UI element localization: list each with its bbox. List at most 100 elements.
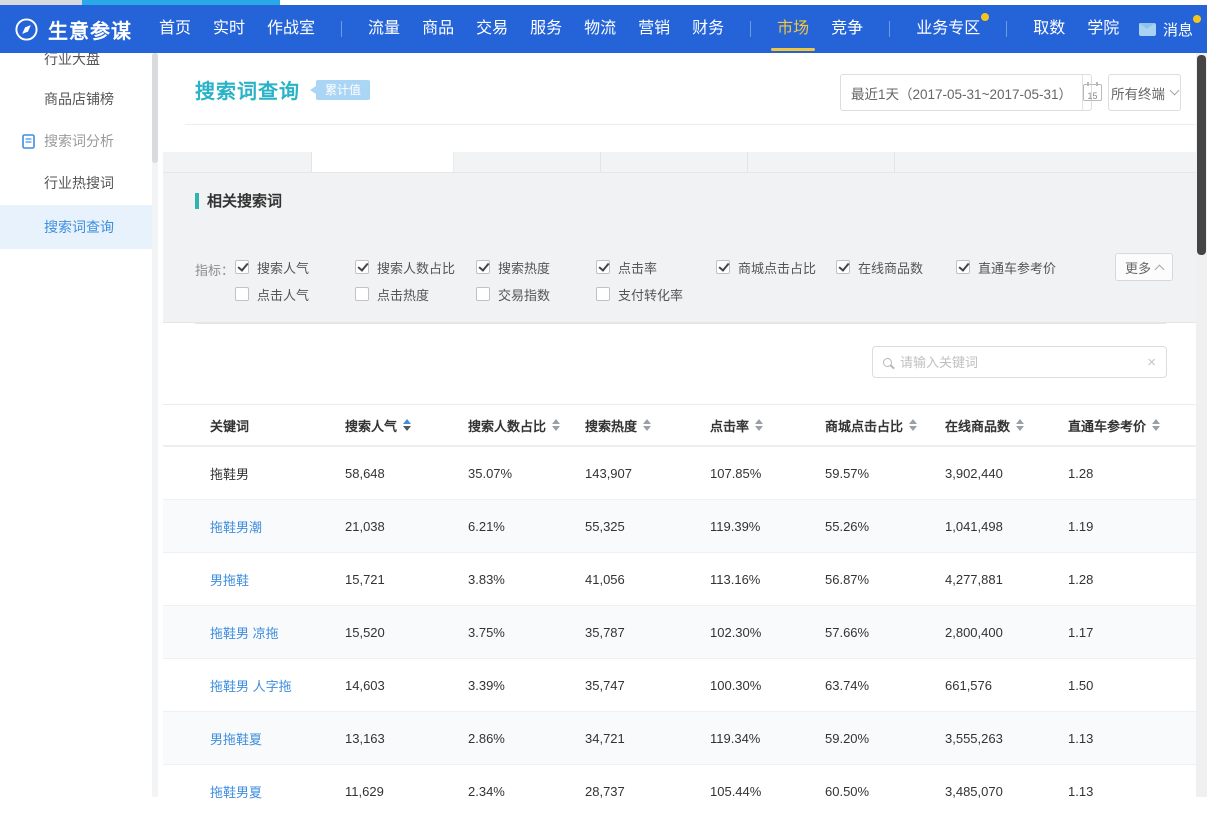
- cell: 119.39%: [710, 519, 825, 534]
- date-range-text: 最近1天（2017-05-31~2017-05-31）: [841, 83, 1082, 103]
- cell: 41,056: [585, 572, 710, 587]
- metric-checkbox-search-heat[interactable]: 搜索热度: [476, 259, 550, 275]
- table-row: 拖鞋男 人字拖 14,603 3.39% 35,747 100.30% 63.7…: [163, 658, 1196, 711]
- cell: 35.07%: [468, 466, 585, 481]
- nav-item-business-zone[interactable]: 业务专区: [916, 5, 980, 53]
- checkbox-unchecked-icon[interactable]: [355, 287, 369, 301]
- calendar-button[interactable]: 15: [1082, 75, 1102, 110]
- sort-icon[interactable]: [909, 419, 917, 431]
- metric-checkbox-pay-conversion[interactable]: 支付转化率: [596, 286, 683, 302]
- main-content: 搜索词查询 累计值 最近1天（2017-05-31~2017-05-31） 15…: [163, 53, 1196, 797]
- keyword-link[interactable]: 拖鞋男夏: [210, 782, 345, 801]
- metric-checkbox-click-rate[interactable]: 点击率: [596, 259, 657, 275]
- metric-checkbox-search-popularity[interactable]: 搜索人气: [235, 259, 309, 275]
- sidebar-item-industry-overview[interactable]: 行业大盘: [0, 53, 152, 77]
- tab-2-active[interactable]: [312, 152, 454, 172]
- sort-icon[interactable]: [1152, 419, 1160, 431]
- column-header-ztc-ref-price[interactable]: 直通车参考价: [1068, 416, 1196, 435]
- checkbox-checked-icon[interactable]: [235, 260, 249, 274]
- tab-1[interactable]: [163, 152, 312, 172]
- chevron-up-icon: [1155, 264, 1165, 274]
- cell: 14,603: [345, 678, 468, 693]
- checkbox-checked-icon[interactable]: [836, 260, 850, 274]
- cell: 2,800,400: [945, 625, 1068, 640]
- keyword-link[interactable]: 拖鞋男 凉拖: [210, 623, 345, 642]
- section-title-bar: [195, 193, 199, 209]
- sort-icon[interactable]: [403, 419, 411, 431]
- table-row: 拖鞋男潮 21,038 6.21% 55,325 119.39% 55.26% …: [163, 499, 1196, 552]
- search-input[interactable]: [900, 355, 1139, 370]
- checkbox-checked-icon[interactable]: [355, 260, 369, 274]
- checkbox-checked-icon[interactable]: [596, 260, 610, 274]
- sidebar-item-search-word-query[interactable]: 搜索词查询: [0, 205, 152, 249]
- column-header-search-popularity[interactable]: 搜索人气: [345, 416, 468, 435]
- metric-checkbox-click-popularity[interactable]: 点击人气: [235, 286, 309, 302]
- content-header: 搜索词查询 累计值 最近1天（2017-05-31~2017-05-31） 15…: [163, 53, 1196, 152]
- clear-icon[interactable]: ×: [1147, 355, 1156, 370]
- nav-item-home[interactable]: 首页: [159, 5, 191, 53]
- nav-item-competition[interactable]: 竞争: [831, 5, 863, 53]
- nav-item-realtime[interactable]: 实时: [213, 5, 245, 53]
- checkbox-checked-icon[interactable]: [956, 260, 970, 274]
- nav-divider: [1006, 21, 1007, 37]
- keyword-link[interactable]: 拖鞋男潮: [210, 517, 345, 536]
- tab-5[interactable]: [748, 152, 895, 172]
- page-scrollbar[interactable]: [1196, 53, 1207, 797]
- metric-checkbox-online-products[interactable]: 在线商品数: [836, 259, 923, 275]
- related-search-words-table: 关键词 搜索人气 搜索人数占比 搜索热度 点击率 商城点击占比 在线商品数 直通…: [163, 404, 1196, 817]
- nav-item-products[interactable]: 商品: [422, 5, 454, 53]
- more-button[interactable]: 更多: [1115, 253, 1173, 281]
- sort-icon[interactable]: [552, 419, 560, 431]
- metric-checkbox-searcher-share[interactable]: 搜索人数占比: [355, 259, 455, 275]
- app-logo[interactable]: 生意参谋: [14, 15, 132, 44]
- page-scrollbar-thumb[interactable]: [1197, 55, 1206, 255]
- sidebar-scrollbar[interactable]: [152, 53, 158, 797]
- sidebar-group-search-word-analysis[interactable]: 搜索词分析: [0, 121, 152, 161]
- nav-item-trade[interactable]: 交易: [476, 5, 508, 53]
- terminal-select[interactable]: 所有终端: [1108, 74, 1181, 111]
- date-range-picker[interactable]: 最近1天（2017-05-31~2017-05-31） 15: [840, 74, 1092, 111]
- cell: 3,555,263: [945, 731, 1068, 746]
- nav-item-war-room[interactable]: 作战室: [267, 5, 315, 53]
- checkbox-unchecked-icon[interactable]: [596, 287, 610, 301]
- nav-item-finance[interactable]: 财务: [692, 5, 724, 53]
- column-header-searcher-share[interactable]: 搜索人数占比: [468, 416, 585, 435]
- tab-6[interactable]: [895, 152, 1196, 172]
- sort-icon[interactable]: [1016, 419, 1024, 431]
- keyword-link[interactable]: 拖鞋男 人字拖: [210, 676, 345, 695]
- sidebar-item-industry-hot-words[interactable]: 行业热搜词: [0, 161, 152, 205]
- nav-item-traffic[interactable]: 流量: [368, 5, 400, 53]
- nav-item-data-fetch[interactable]: 取数: [1033, 5, 1065, 53]
- tab-4[interactable]: [601, 152, 748, 172]
- column-header-mall-click-share[interactable]: 商城点击占比: [825, 416, 945, 435]
- nav-item-marketing[interactable]: 营销: [638, 5, 670, 53]
- keyword-link[interactable]: 男拖鞋: [210, 570, 345, 589]
- sort-icon[interactable]: [755, 419, 763, 431]
- nav-item-logistics[interactable]: 物流: [584, 5, 616, 53]
- column-header-click-rate[interactable]: 点击率: [710, 416, 825, 435]
- cell: 11,629: [345, 784, 468, 799]
- nav-item-service[interactable]: 服务: [530, 5, 562, 53]
- column-header-search-heat[interactable]: 搜索热度: [585, 416, 710, 435]
- messages-entry[interactable]: 消息: [1139, 19, 1193, 40]
- cell: 3.75%: [468, 625, 585, 640]
- keyword-link[interactable]: 男拖鞋夏: [210, 729, 345, 748]
- cell: 3.39%: [468, 678, 585, 693]
- checkbox-unchecked-icon[interactable]: [476, 287, 490, 301]
- checkbox-checked-icon[interactable]: [716, 260, 730, 274]
- tab-3[interactable]: [454, 152, 601, 172]
- metric-checkbox-mall-click-share[interactable]: 商城点击占比: [716, 259, 816, 275]
- sidebar-scrollbar-thumb[interactable]: [152, 53, 158, 163]
- keyword-cell: 拖鞋男: [210, 464, 345, 483]
- nav-item-academy[interactable]: 学院: [1087, 5, 1119, 53]
- table-header-row: 关键词 搜索人气 搜索人数占比 搜索热度 点击率 商城点击占比 在线商品数 直通…: [163, 404, 1196, 446]
- checkbox-unchecked-icon[interactable]: [235, 287, 249, 301]
- column-header-online-products[interactable]: 在线商品数: [945, 416, 1068, 435]
- checkbox-checked-icon[interactable]: [476, 260, 490, 274]
- sort-icon[interactable]: [643, 419, 651, 431]
- metric-checkbox-ztc-ref-price[interactable]: 直通车参考价: [956, 259, 1056, 275]
- metric-checkbox-trade-index[interactable]: 交易指数: [476, 286, 550, 302]
- nav-item-market[interactable]: 市场: [777, 5, 809, 53]
- metric-checkbox-click-heat[interactable]: 点击热度: [355, 286, 429, 302]
- sidebar-item-product-shop-ranking[interactable]: 商品店铺榜: [0, 77, 152, 121]
